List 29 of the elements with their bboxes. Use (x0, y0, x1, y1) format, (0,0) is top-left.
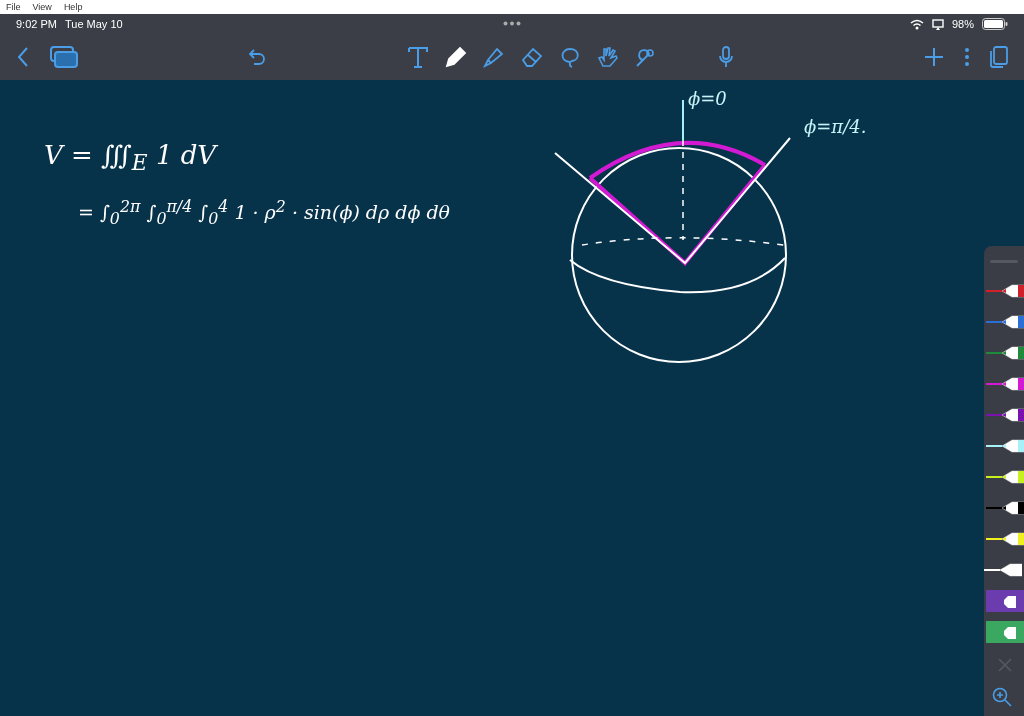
hand-icon[interactable] (596, 45, 620, 69)
handwritten-label: ϕ=0 (688, 88, 727, 109)
menu-item[interactable]: Help (63, 2, 83, 12)
multitasking-dots-icon[interactable] (503, 21, 521, 26)
undo-icon[interactable] (248, 48, 266, 66)
pen-icon[interactable] (444, 45, 468, 69)
screen-mirroring-icon (931, 18, 944, 30)
text-tool-icon[interactable] (406, 45, 430, 69)
highlighter-swatch[interactable] (986, 621, 1024, 643)
wifi-icon (909, 18, 924, 30)
menu-item[interactable]: View (32, 2, 52, 12)
handwritten-equation: = ∫$_{0}$$^{2π}$ ∫$_{0}$$^{π/4}$ ∫$_{0}$$^{4}$ 1 · ρ$^{2}$ · sin(ϕ) dρ dϕ dθ (78, 197, 450, 229)
add-icon[interactable] (924, 47, 944, 67)
handwritten-equation: V = ∭$_{E}$ 1 dV (44, 140, 219, 176)
handwritten-label: ϕ=π/4. (804, 116, 867, 137)
zoom-icon[interactable] (992, 687, 1012, 707)
battery-percentage: 98% (951, 18, 974, 30)
eraser-icon[interactable] (520, 45, 544, 69)
status-date: Tue May 10 (64, 18, 123, 30)
microphone-icon[interactable] (718, 46, 734, 68)
status-time: 9:02 PM (16, 18, 57, 30)
notebooks-icon[interactable] (50, 46, 78, 68)
highlighter-icon[interactable] (482, 45, 506, 69)
battery-icon (982, 18, 1008, 30)
pages-icon[interactable] (990, 46, 1008, 68)
menu-item[interactable]: File (6, 2, 21, 12)
back-icon[interactable] (16, 46, 30, 68)
highlighter-swatch[interactable] (986, 590, 1024, 612)
more-icon[interactable] (964, 47, 970, 67)
